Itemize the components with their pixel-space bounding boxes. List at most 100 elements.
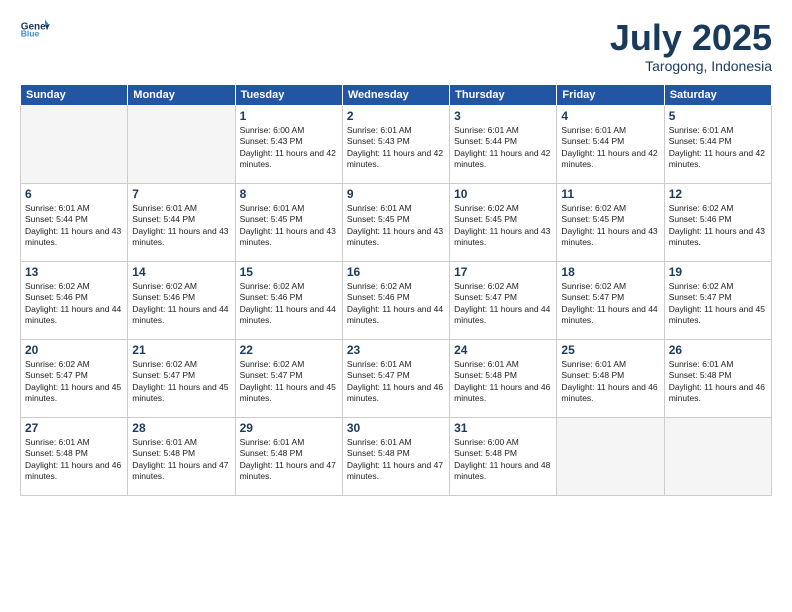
table-row: 9Sunrise: 6:01 AMSunset: 5:45 PMDaylight… (342, 183, 449, 261)
col-friday: Friday (557, 84, 664, 105)
day-number: 29 (240, 421, 338, 435)
day-number: 14 (132, 265, 230, 279)
day-number: 30 (347, 421, 445, 435)
day-info: Sunrise: 6:02 AMSunset: 5:47 PMDaylight:… (132, 359, 230, 405)
day-info: Sunrise: 6:02 AMSunset: 5:47 PMDaylight:… (561, 281, 659, 327)
table-row: 12 Sunrise: 6:02 AMSunset: 5:46 PMDayligh… (664, 183, 771, 261)
table-row (557, 417, 664, 495)
day-info: Sunrise: 6:00 AMSunset: 5:48 PMDaylight:… (454, 437, 552, 483)
table-row: 10 Sunrise: 6:02 AMSunset: 5:45 PMDayligh… (450, 183, 557, 261)
day-info: Sunrise: 6:01 AMSunset: 5:48 PMDaylight:… (132, 437, 230, 483)
day-info: Sunrise: 6:01 AMSunset: 5:43 PMDaylight:… (347, 125, 445, 171)
table-row: 29 Sunrise: 6:01 AMSunset: 5:48 PMDayligh… (235, 417, 342, 495)
day-number: 8 (240, 187, 338, 201)
day-number: 18 (561, 265, 659, 279)
table-row: 26Sunrise: 6:01 AMSunset: 5:48 PMDayligh… (664, 339, 771, 417)
day-number: 2 (347, 109, 445, 123)
day-number: 13 (25, 265, 123, 279)
table-row: 17 Sunrise: 6:02 AMSunset: 5:47 PMDayligh… (450, 261, 557, 339)
logo-icon: General Blue (20, 18, 50, 38)
day-info: Sunrise: 6:02 AMSunset: 5:46 PMDaylight:… (240, 281, 338, 327)
day-info: Sunrise: 6:01 AMSunset: 5:44 PMDaylight:… (669, 125, 767, 171)
day-number: 5 (669, 109, 767, 123)
table-row: 23 Sunrise: 6:01 AMSunset: 5:47 PMDayligh… (342, 339, 449, 417)
day-info: Sunrise: 6:02 AMSunset: 5:46 PMDaylight:… (347, 281, 445, 327)
table-row: 28 Sunrise: 6:01 AMSunset: 5:48 PMDayligh… (128, 417, 235, 495)
day-number: 16 (347, 265, 445, 279)
day-number: 15 (240, 265, 338, 279)
day-number: 10 (454, 187, 552, 201)
col-thursday: Thursday (450, 84, 557, 105)
col-saturday: Saturday (664, 84, 771, 105)
svg-text:Blue: Blue (21, 29, 40, 38)
table-row (664, 417, 771, 495)
table-row (21, 105, 128, 183)
day-info: Sunrise: 6:01 AMSunset: 5:45 PMDaylight:… (240, 203, 338, 249)
table-row: 15 Sunrise: 6:02 AMSunset: 5:46 PMDayligh… (235, 261, 342, 339)
table-row: 18 Sunrise: 6:02 AMSunset: 5:47 PMDayligh… (557, 261, 664, 339)
table-row: 20Sunrise: 6:02 AMSunset: 5:47 PMDayligh… (21, 339, 128, 417)
day-info: Sunrise: 6:02 AMSunset: 5:45 PMDaylight:… (561, 203, 659, 249)
header: General Blue July 2025 Tarogong, Indones… (20, 18, 772, 74)
table-row: 8 Sunrise: 6:01 AMSunset: 5:45 PMDaylight… (235, 183, 342, 261)
table-row: 22 Sunrise: 6:02 AMSunset: 5:47 PMDayligh… (235, 339, 342, 417)
day-info: Sunrise: 6:02 AMSunset: 5:47 PMDaylight:… (454, 281, 552, 327)
day-number: 27 (25, 421, 123, 435)
table-row: 14 Sunrise: 6:02 AMSunset: 5:46 PMDayligh… (128, 261, 235, 339)
table-row: 2 Sunrise: 6:01 AMSunset: 5:43 PMDaylight… (342, 105, 449, 183)
day-info: Sunrise: 6:00 AMSunset: 5:43 PMDaylight:… (240, 125, 338, 171)
day-number: 12 (669, 187, 767, 201)
day-number: 22 (240, 343, 338, 357)
day-info: Sunrise: 6:01 AMSunset: 5:48 PMDaylight:… (561, 359, 659, 405)
day-number: 19 (669, 265, 767, 279)
table-row: 11Sunrise: 6:02 AMSunset: 5:45 PMDayligh… (557, 183, 664, 261)
day-number: 6 (25, 187, 123, 201)
day-info: Sunrise: 6:01 AMSunset: 5:48 PMDaylight:… (240, 437, 338, 483)
table-row: 24Sunrise: 6:01 AMSunset: 5:48 PMDayligh… (450, 339, 557, 417)
table-row: 1 Sunrise: 6:00 AMSunset: 5:43 PMDaylight… (235, 105, 342, 183)
table-row: 27 Sunrise: 6:01 AMSunset: 5:48 PMDayligh… (21, 417, 128, 495)
day-info: Sunrise: 6:01 AMSunset: 5:44 PMDaylight:… (132, 203, 230, 249)
day-info: Sunrise: 6:01 AMSunset: 5:48 PMDaylight:… (25, 437, 123, 483)
day-number: 24 (454, 343, 552, 357)
table-row: 6 Sunrise: 6:01 AMSunset: 5:44 PMDaylight… (21, 183, 128, 261)
day-info: Sunrise: 6:02 AMSunset: 5:47 PMDaylight:… (669, 281, 767, 327)
location: Tarogong, Indonesia (610, 58, 772, 74)
day-info: Sunrise: 6:02 AMSunset: 5:45 PMDaylight:… (454, 203, 552, 249)
month-title: July 2025 (610, 18, 772, 58)
col-monday: Monday (128, 84, 235, 105)
day-info: Sunrise: 6:02 AMSunset: 5:46 PMDaylight:… (25, 281, 123, 327)
table-row: 13 Sunrise: 6:02 AMSunset: 5:46 PMDayligh… (21, 261, 128, 339)
day-number: 3 (454, 109, 552, 123)
table-row: 31Sunrise: 6:00 AMSunset: 5:48 PMDayligh… (450, 417, 557, 495)
table-row (128, 105, 235, 183)
day-info: Sunrise: 6:01 AMSunset: 5:47 PMDaylight:… (347, 359, 445, 405)
calendar: Sunday Monday Tuesday Wednesday Thursday… (20, 84, 772, 496)
day-number: 23 (347, 343, 445, 357)
col-tuesday: Tuesday (235, 84, 342, 105)
day-info: Sunrise: 6:02 AMSunset: 5:46 PMDaylight:… (669, 203, 767, 249)
day-number: 26 (669, 343, 767, 357)
day-info: Sunrise: 6:01 AMSunset: 5:44 PMDaylight:… (561, 125, 659, 171)
col-sunday: Sunday (21, 84, 128, 105)
day-number: 17 (454, 265, 552, 279)
table-row: 7Sunrise: 6:01 AMSunset: 5:44 PMDaylight… (128, 183, 235, 261)
day-info: Sunrise: 6:02 AMSunset: 5:46 PMDaylight:… (132, 281, 230, 327)
day-number: 28 (132, 421, 230, 435)
page: General Blue July 2025 Tarogong, Indones… (0, 0, 792, 612)
table-row: 4Sunrise: 6:01 AMSunset: 5:44 PMDaylight… (557, 105, 664, 183)
col-wednesday: Wednesday (342, 84, 449, 105)
table-row: 30Sunrise: 6:01 AMSunset: 5:48 PMDayligh… (342, 417, 449, 495)
table-row: 5 Sunrise: 6:01 AMSunset: 5:44 PMDaylight… (664, 105, 771, 183)
day-info: Sunrise: 6:01 AMSunset: 5:44 PMDaylight:… (25, 203, 123, 249)
title-block: July 2025 Tarogong, Indonesia (610, 18, 772, 74)
table-row: 3Sunrise: 6:01 AMSunset: 5:44 PMDaylight… (450, 105, 557, 183)
day-info: Sunrise: 6:02 AMSunset: 5:47 PMDaylight:… (25, 359, 123, 405)
day-info: Sunrise: 6:02 AMSunset: 5:47 PMDaylight:… (240, 359, 338, 405)
table-row: 16 Sunrise: 6:02 AMSunset: 5:46 PMDayligh… (342, 261, 449, 339)
day-number: 1 (240, 109, 338, 123)
day-number: 25 (561, 343, 659, 357)
day-number: 9 (347, 187, 445, 201)
day-number: 21 (132, 343, 230, 357)
table-row: 19 Sunrise: 6:02 AMSunset: 5:47 PMDayligh… (664, 261, 771, 339)
